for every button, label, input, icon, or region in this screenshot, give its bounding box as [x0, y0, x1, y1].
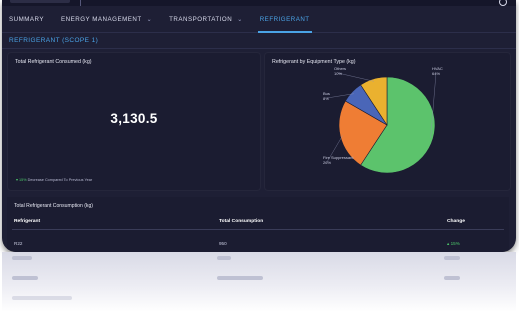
table-title: Total Refrigerant Consumption (kg): [14, 203, 93, 209]
tab-summary-label: SUMMARY: [9, 15, 45, 23]
reflection-mark: [12, 276, 38, 280]
cell-refrigerant: R22: [14, 241, 23, 246]
reflection-mark: [217, 256, 231, 260]
change-percent: 15%: [18, 178, 27, 182]
section-title: REFRIGERANT (SCOPE 1): [9, 37, 99, 44]
section-divider: [2, 48, 516, 49]
chevron-down-icon: ⌄: [146, 16, 153, 23]
reflection-mark: [12, 256, 32, 260]
table-header-divider: [12, 229, 504, 230]
total-consumed-card: Total Refrigerant Consumed (kg) 3,130.5 …: [8, 53, 260, 190]
tab-refrigerant-label: REFRIGERANT: [259, 15, 310, 23]
tab-refrigerant[interactable]: REFRIGERANT: [257, 6, 312, 33]
nav-tabs: SUMMARY ENERGY MANAGEMENT ⌄ TRANSPORTATI…: [2, 6, 516, 33]
chevron-down-icon: ⌄: [237, 16, 243, 23]
reflection-mark: [217, 276, 263, 280]
reflection-mark: [12, 296, 72, 300]
cell-total-consumption: 950: [219, 241, 227, 246]
cell-change-value: 15%: [450, 241, 460, 246]
column-header-refrigerant[interactable]: Refrigerant: [14, 219, 40, 224]
tab-energy-management[interactable]: ENERGY MANAGEMENT ⌄: [61, 6, 152, 32]
reflection-mark: [444, 276, 460, 280]
app-window: SUMMARY ENERGY MANAGEMENT ⌄ TRANSPORTATI…: [2, 0, 516, 252]
change-note: ▾ 15% Decrease Compared To Previous Year: [16, 177, 92, 182]
tab-summary[interactable]: SUMMARY: [9, 6, 44, 32]
tab-transportation-label: TRANSPORTATION: [169, 15, 233, 23]
reflection-mark: [444, 256, 460, 260]
pie-label-percent: 8%: [323, 96, 329, 101]
equipment-type-card: Refrigerant by Equipment Type (kg) HVAC 6…: [265, 53, 510, 190]
pie-chart: HVAC64%Fire Suppressant26%Bus8%Others10%: [323, 66, 443, 174]
total-consumed-value: 3,130.5: [110, 111, 158, 126]
column-header-change[interactable]: Change: [447, 219, 465, 224]
tab-transportation[interactable]: TRANSPORTATION ⌄: [169, 6, 243, 32]
pie-leader-line: [337, 72, 374, 82]
tab-energy-management-label: ENERGY MANAGEMENT: [61, 15, 142, 23]
card-title: Total Refrigerant Consumed (kg): [15, 59, 92, 65]
consumption-table: Total Refrigerant Consumption (kg) Refri…: [7, 197, 509, 252]
pie-label-percent: 26%: [323, 160, 331, 165]
app-logo: [10, 0, 70, 3]
pie-label-percent: 64%: [432, 71, 440, 76]
pie-label-percent: 10%: [334, 71, 342, 76]
change-text: Decrease Compared To Previous Year: [27, 178, 93, 182]
cell-change: ▴ 15%: [447, 241, 460, 246]
column-header-total-consumption[interactable]: Total Consumption: [219, 219, 263, 224]
reflection: [2, 252, 516, 312]
